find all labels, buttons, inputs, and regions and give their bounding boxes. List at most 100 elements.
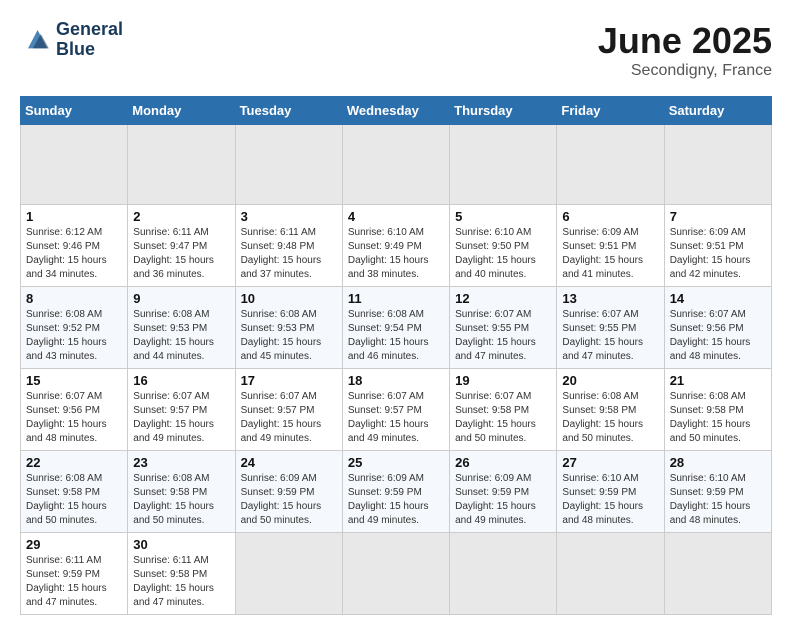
calendar-cell: 12Sunrise: 6:07 AM Sunset: 9:55 PM Dayli… xyxy=(450,287,557,369)
month-title: June 2025 xyxy=(598,20,772,62)
day-info: Sunrise: 6:07 AM Sunset: 9:56 PM Dayligh… xyxy=(26,390,122,446)
calendar-cell: 20 Sunrise: 6:08 AM Sunset: 9:58 PM Dayli… xyxy=(557,369,664,451)
calendar-cell: 23Sunrise: 6:08 AM Sunset: 9:58 PM Dayli… xyxy=(128,451,235,533)
day-info: Sunrise: 6:07 AM Sunset: 9:57 PM Dayligh… xyxy=(241,390,337,446)
weekday-header-row: SundayMondayTuesdayWednesdayThursdayFrid… xyxy=(21,97,772,125)
day-number: 29 xyxy=(26,537,122,552)
day-number: 8 xyxy=(26,291,122,306)
calendar-week-row: 8 Sunrise: 6:08 AM Sunset: 9:52 PM Daylig… xyxy=(21,287,772,369)
calendar-cell: 13 Sunrise: 6:07 AM Sunset: 9:55 PM Dayli… xyxy=(557,287,664,369)
day-info: Sunrise: 6:08 AM Sunset: 9:54 PM Dayligh… xyxy=(348,308,444,364)
calendar-cell xyxy=(21,125,128,205)
calendar-cell: 8 Sunrise: 6:08 AM Sunset: 9:52 PM Daylig… xyxy=(21,287,128,369)
day-info: Sunrise: 6:10 AM Sunset: 9:59 PM Dayligh… xyxy=(562,472,658,528)
day-info: Sunrise: 6:08 AM Sunset: 9:52 PM Dayligh… xyxy=(26,308,122,364)
calendar-cell: 25Sunrise: 6:09 AM Sunset: 9:59 PM Dayli… xyxy=(342,451,449,533)
weekday-header: Monday xyxy=(128,97,235,125)
day-number: 20 xyxy=(562,373,658,388)
calendar-cell: 2 Sunrise: 6:11 AM Sunset: 9:47 PM Daylig… xyxy=(128,205,235,287)
calendar-cell xyxy=(450,125,557,205)
day-info: Sunrise: 6:10 AM Sunset: 9:59 PM Dayligh… xyxy=(670,472,766,528)
calendar-cell xyxy=(235,125,342,205)
calendar-cell: 28 Sunrise: 6:10 AM Sunset: 9:59 PM Dayli… xyxy=(664,451,771,533)
day-number: 7 xyxy=(670,209,766,224)
calendar-week-row xyxy=(21,125,772,205)
day-number: 6 xyxy=(562,209,658,224)
day-number: 22 xyxy=(26,455,122,470)
calendar-cell: 3 Sunrise: 6:11 AM Sunset: 9:48 PM Daylig… xyxy=(235,205,342,287)
day-number: 23 xyxy=(133,455,229,470)
day-info: Sunrise: 6:08 AM Sunset: 9:58 PM Dayligh… xyxy=(670,390,766,446)
day-info: Sunrise: 6:07 AM Sunset: 9:58 PM Dayligh… xyxy=(455,390,551,446)
calendar-cell: 4Sunrise: 6:10 AM Sunset: 9:49 PM Daylig… xyxy=(342,205,449,287)
day-number: 11 xyxy=(348,291,444,306)
day-number: 9 xyxy=(133,291,229,306)
day-number: 5 xyxy=(455,209,551,224)
day-number: 26 xyxy=(455,455,551,470)
day-number: 24 xyxy=(241,455,337,470)
calendar-cell: 1 Sunrise: 6:12 AM Sunset: 9:46 PM Daylig… xyxy=(21,205,128,287)
day-number: 28 xyxy=(670,455,766,470)
day-info: Sunrise: 6:09 AM Sunset: 9:51 PM Dayligh… xyxy=(670,226,766,282)
calendar-cell xyxy=(664,125,771,205)
calendar-cell: 9Sunrise: 6:08 AM Sunset: 9:53 PM Daylig… xyxy=(128,287,235,369)
day-number: 1 xyxy=(26,209,122,224)
calendar-cell: 18Sunrise: 6:07 AM Sunset: 9:57 PM Dayli… xyxy=(342,369,449,451)
day-number: 3 xyxy=(241,209,337,224)
weekday-header: Thursday xyxy=(450,97,557,125)
weekday-header: Tuesday xyxy=(235,97,342,125)
day-info: Sunrise: 6:11 AM Sunset: 9:47 PM Dayligh… xyxy=(133,226,229,282)
day-number: 2 xyxy=(133,209,229,224)
calendar-cell xyxy=(557,533,664,615)
calendar-week-row: 22 Sunrise: 6:08 AM Sunset: 9:58 PM Dayli… xyxy=(21,451,772,533)
day-number: 13 xyxy=(562,291,658,306)
page-header: General Blue June 2025 Secondigny, Franc… xyxy=(20,20,772,80)
location-subtitle: Secondigny, France xyxy=(598,62,772,80)
day-info: Sunrise: 6:09 AM Sunset: 9:59 PM Dayligh… xyxy=(241,472,337,528)
calendar-cell: 6Sunrise: 6:09 AM Sunset: 9:51 PM Daylig… xyxy=(557,205,664,287)
calendar-cell: 27 Sunrise: 6:10 AM Sunset: 9:59 PM Dayli… xyxy=(557,451,664,533)
logo-text: General Blue xyxy=(56,20,123,60)
day-number: 16 xyxy=(133,373,229,388)
day-number: 25 xyxy=(348,455,444,470)
weekday-header: Wednesday xyxy=(342,97,449,125)
calendar-cell: 15 Sunrise: 6:07 AM Sunset: 9:56 PM Dayli… xyxy=(21,369,128,451)
day-info: Sunrise: 6:07 AM Sunset: 9:57 PM Dayligh… xyxy=(133,390,229,446)
calendar-cell xyxy=(342,533,449,615)
weekday-header: Sunday xyxy=(21,97,128,125)
day-info: Sunrise: 6:08 AM Sunset: 9:53 PM Dayligh… xyxy=(241,308,337,364)
day-number: 12 xyxy=(455,291,551,306)
day-number: 14 xyxy=(670,291,766,306)
day-info: Sunrise: 6:08 AM Sunset: 9:58 PM Dayligh… xyxy=(562,390,658,446)
day-info: Sunrise: 6:08 AM Sunset: 9:58 PM Dayligh… xyxy=(26,472,122,528)
calendar-week-row: 1 Sunrise: 6:12 AM Sunset: 9:46 PM Daylig… xyxy=(21,205,772,287)
logo-line1: General xyxy=(56,20,123,40)
logo: General Blue xyxy=(20,20,123,60)
day-info: Sunrise: 6:07 AM Sunset: 9:57 PM Dayligh… xyxy=(348,390,444,446)
calendar-cell: 21Sunrise: 6:08 AM Sunset: 9:58 PM Dayli… xyxy=(664,369,771,451)
day-info: Sunrise: 6:09 AM Sunset: 9:59 PM Dayligh… xyxy=(455,472,551,528)
day-info: Sunrise: 6:11 AM Sunset: 9:58 PM Dayligh… xyxy=(133,554,229,610)
day-info: Sunrise: 6:10 AM Sunset: 9:50 PM Dayligh… xyxy=(455,226,551,282)
calendar-cell: 5 Sunrise: 6:10 AM Sunset: 9:50 PM Daylig… xyxy=(450,205,557,287)
calendar-cell: 7 Sunrise: 6:09 AM Sunset: 9:51 PM Daylig… xyxy=(664,205,771,287)
day-info: Sunrise: 6:07 AM Sunset: 9:56 PM Dayligh… xyxy=(670,308,766,364)
calendar-cell: 29Sunrise: 6:11 AM Sunset: 9:59 PM Dayli… xyxy=(21,533,128,615)
day-info: Sunrise: 6:12 AM Sunset: 9:46 PM Dayligh… xyxy=(26,226,122,282)
calendar-cell: 16 Sunrise: 6:07 AM Sunset: 9:57 PM Dayli… xyxy=(128,369,235,451)
calendar-cell: 19 Sunrise: 6:07 AM Sunset: 9:58 PM Dayli… xyxy=(450,369,557,451)
title-block: June 2025 Secondigny, France xyxy=(598,20,772,80)
calendar-cell: 22 Sunrise: 6:08 AM Sunset: 9:58 PM Dayli… xyxy=(21,451,128,533)
day-number: 15 xyxy=(26,373,122,388)
day-number: 27 xyxy=(562,455,658,470)
day-number: 17 xyxy=(241,373,337,388)
calendar-cell xyxy=(557,125,664,205)
calendar-cell: 11 Sunrise: 6:08 AM Sunset: 9:54 PM Dayli… xyxy=(342,287,449,369)
day-info: Sunrise: 6:11 AM Sunset: 9:48 PM Dayligh… xyxy=(241,226,337,282)
day-number: 19 xyxy=(455,373,551,388)
day-number: 10 xyxy=(241,291,337,306)
calendar-table: SundayMondayTuesdayWednesdayThursdayFrid… xyxy=(20,96,772,615)
day-info: Sunrise: 6:07 AM Sunset: 9:55 PM Dayligh… xyxy=(562,308,658,364)
logo-line2: Blue xyxy=(56,40,123,60)
calendar-cell: 17 Sunrise: 6:07 AM Sunset: 9:57 PM Dayli… xyxy=(235,369,342,451)
